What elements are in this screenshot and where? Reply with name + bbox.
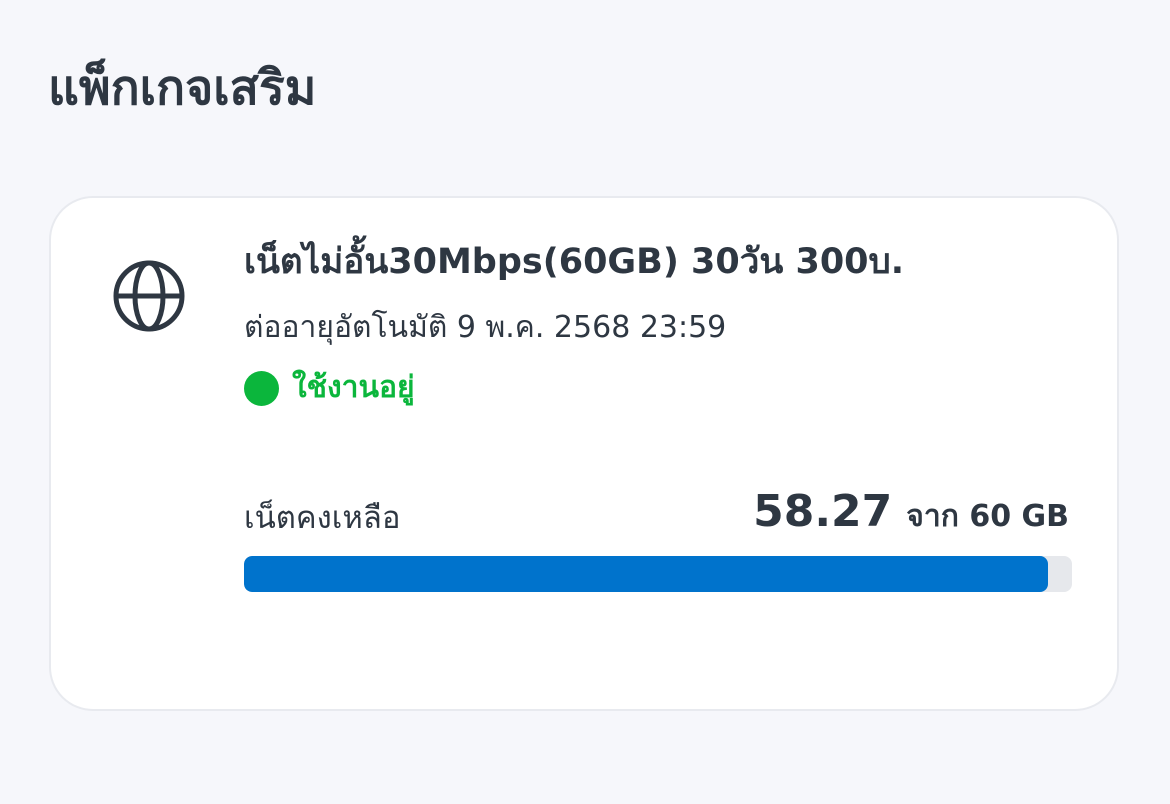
package-name: เน็ตไม่อั้น30Mbps(60GB) 30วัน 300บ.	[244, 242, 905, 282]
data-remaining-amount: 58.27 จาก 60 GB	[753, 486, 1069, 540]
data-remaining-value: 58.27	[753, 486, 893, 537]
data-total-text: จาก 60 GB	[906, 499, 1069, 534]
page-title: แพ็กเกจเสริม	[48, 60, 317, 116]
status-label: ใช้งานอยู่	[292, 370, 415, 405]
globe-icon	[113, 260, 185, 332]
data-usage-progress-bar	[244, 556, 1072, 592]
data-remaining-label: เน็ตคงเหลือ	[244, 500, 401, 536]
package-card[interactable]: เน็ตไม่อั้น30Mbps(60GB) 30วัน 300บ. ต่ออ…	[49, 196, 1119, 711]
status-dot-icon	[244, 370, 279, 406]
renewal-date: ต่ออายุอัตโนมัติ 9 พ.ค. 2568 23:59	[244, 310, 727, 345]
status-badge: ใช้งานอยู่	[244, 364, 415, 412]
data-usage-progress-fill	[244, 556, 1049, 592]
